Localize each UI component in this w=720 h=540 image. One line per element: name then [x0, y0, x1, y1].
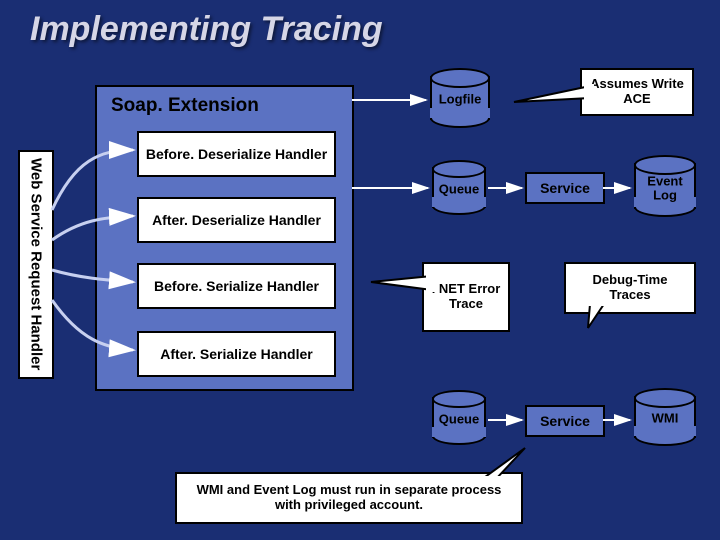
- queue-cylinder-1: Queue: [432, 160, 486, 215]
- before-serialize-handler: Before. Serialize Handler: [137, 263, 336, 309]
- slide-title: Implementing Tracing: [30, 10, 383, 49]
- soap-extension-label: Soap. Extension: [111, 95, 259, 117]
- slide: Implementing Tracing Web Service Request…: [0, 0, 720, 540]
- ws-handler-label: Web Service Request Handler: [28, 158, 45, 370]
- after-serialize-handler: After. Serialize Handler: [137, 331, 336, 377]
- assumes-write-ace-callout: Assumes Write ACE: [580, 68, 694, 116]
- web-service-request-handler: Web Service Request Handler: [18, 150, 54, 379]
- wmi-label: WMI: [634, 411, 696, 425]
- queue2-label: Queue: [432, 412, 486, 426]
- logfile-label: Logfile: [430, 92, 490, 106]
- service-box-2: Service: [525, 405, 605, 437]
- service-box-1: Service: [525, 172, 605, 204]
- eventlog-cylinder: Event Log: [634, 155, 696, 217]
- logfile-cylinder: Logfile: [430, 68, 490, 128]
- nettrace-label: . NET Error Trace: [430, 282, 502, 312]
- soap-extension: Soap. Extension Before. Deserialize Hand…: [95, 85, 354, 391]
- wmi-cylinder: WMI: [634, 388, 696, 446]
- eventlog-label: Event Log: [634, 175, 696, 204]
- after-deserialize-handler: After. Deserialize Handler: [137, 197, 336, 243]
- footnote-label: WMI and Event Log must run in separate p…: [183, 483, 515, 513]
- before-deserialize-handler: Before. Deserialize Handler: [137, 131, 336, 177]
- footnote-callout: WMI and Event Log must run in separate p…: [175, 472, 523, 524]
- assumes-label: Assumes Write ACE: [588, 77, 686, 107]
- queue1-label: Queue: [432, 182, 486, 196]
- queue-cylinder-2: Queue: [432, 390, 486, 445]
- debug-time-traces-callout: Debug-Time Traces: [564, 262, 696, 314]
- net-error-trace-callout: . NET Error Trace: [422, 262, 510, 332]
